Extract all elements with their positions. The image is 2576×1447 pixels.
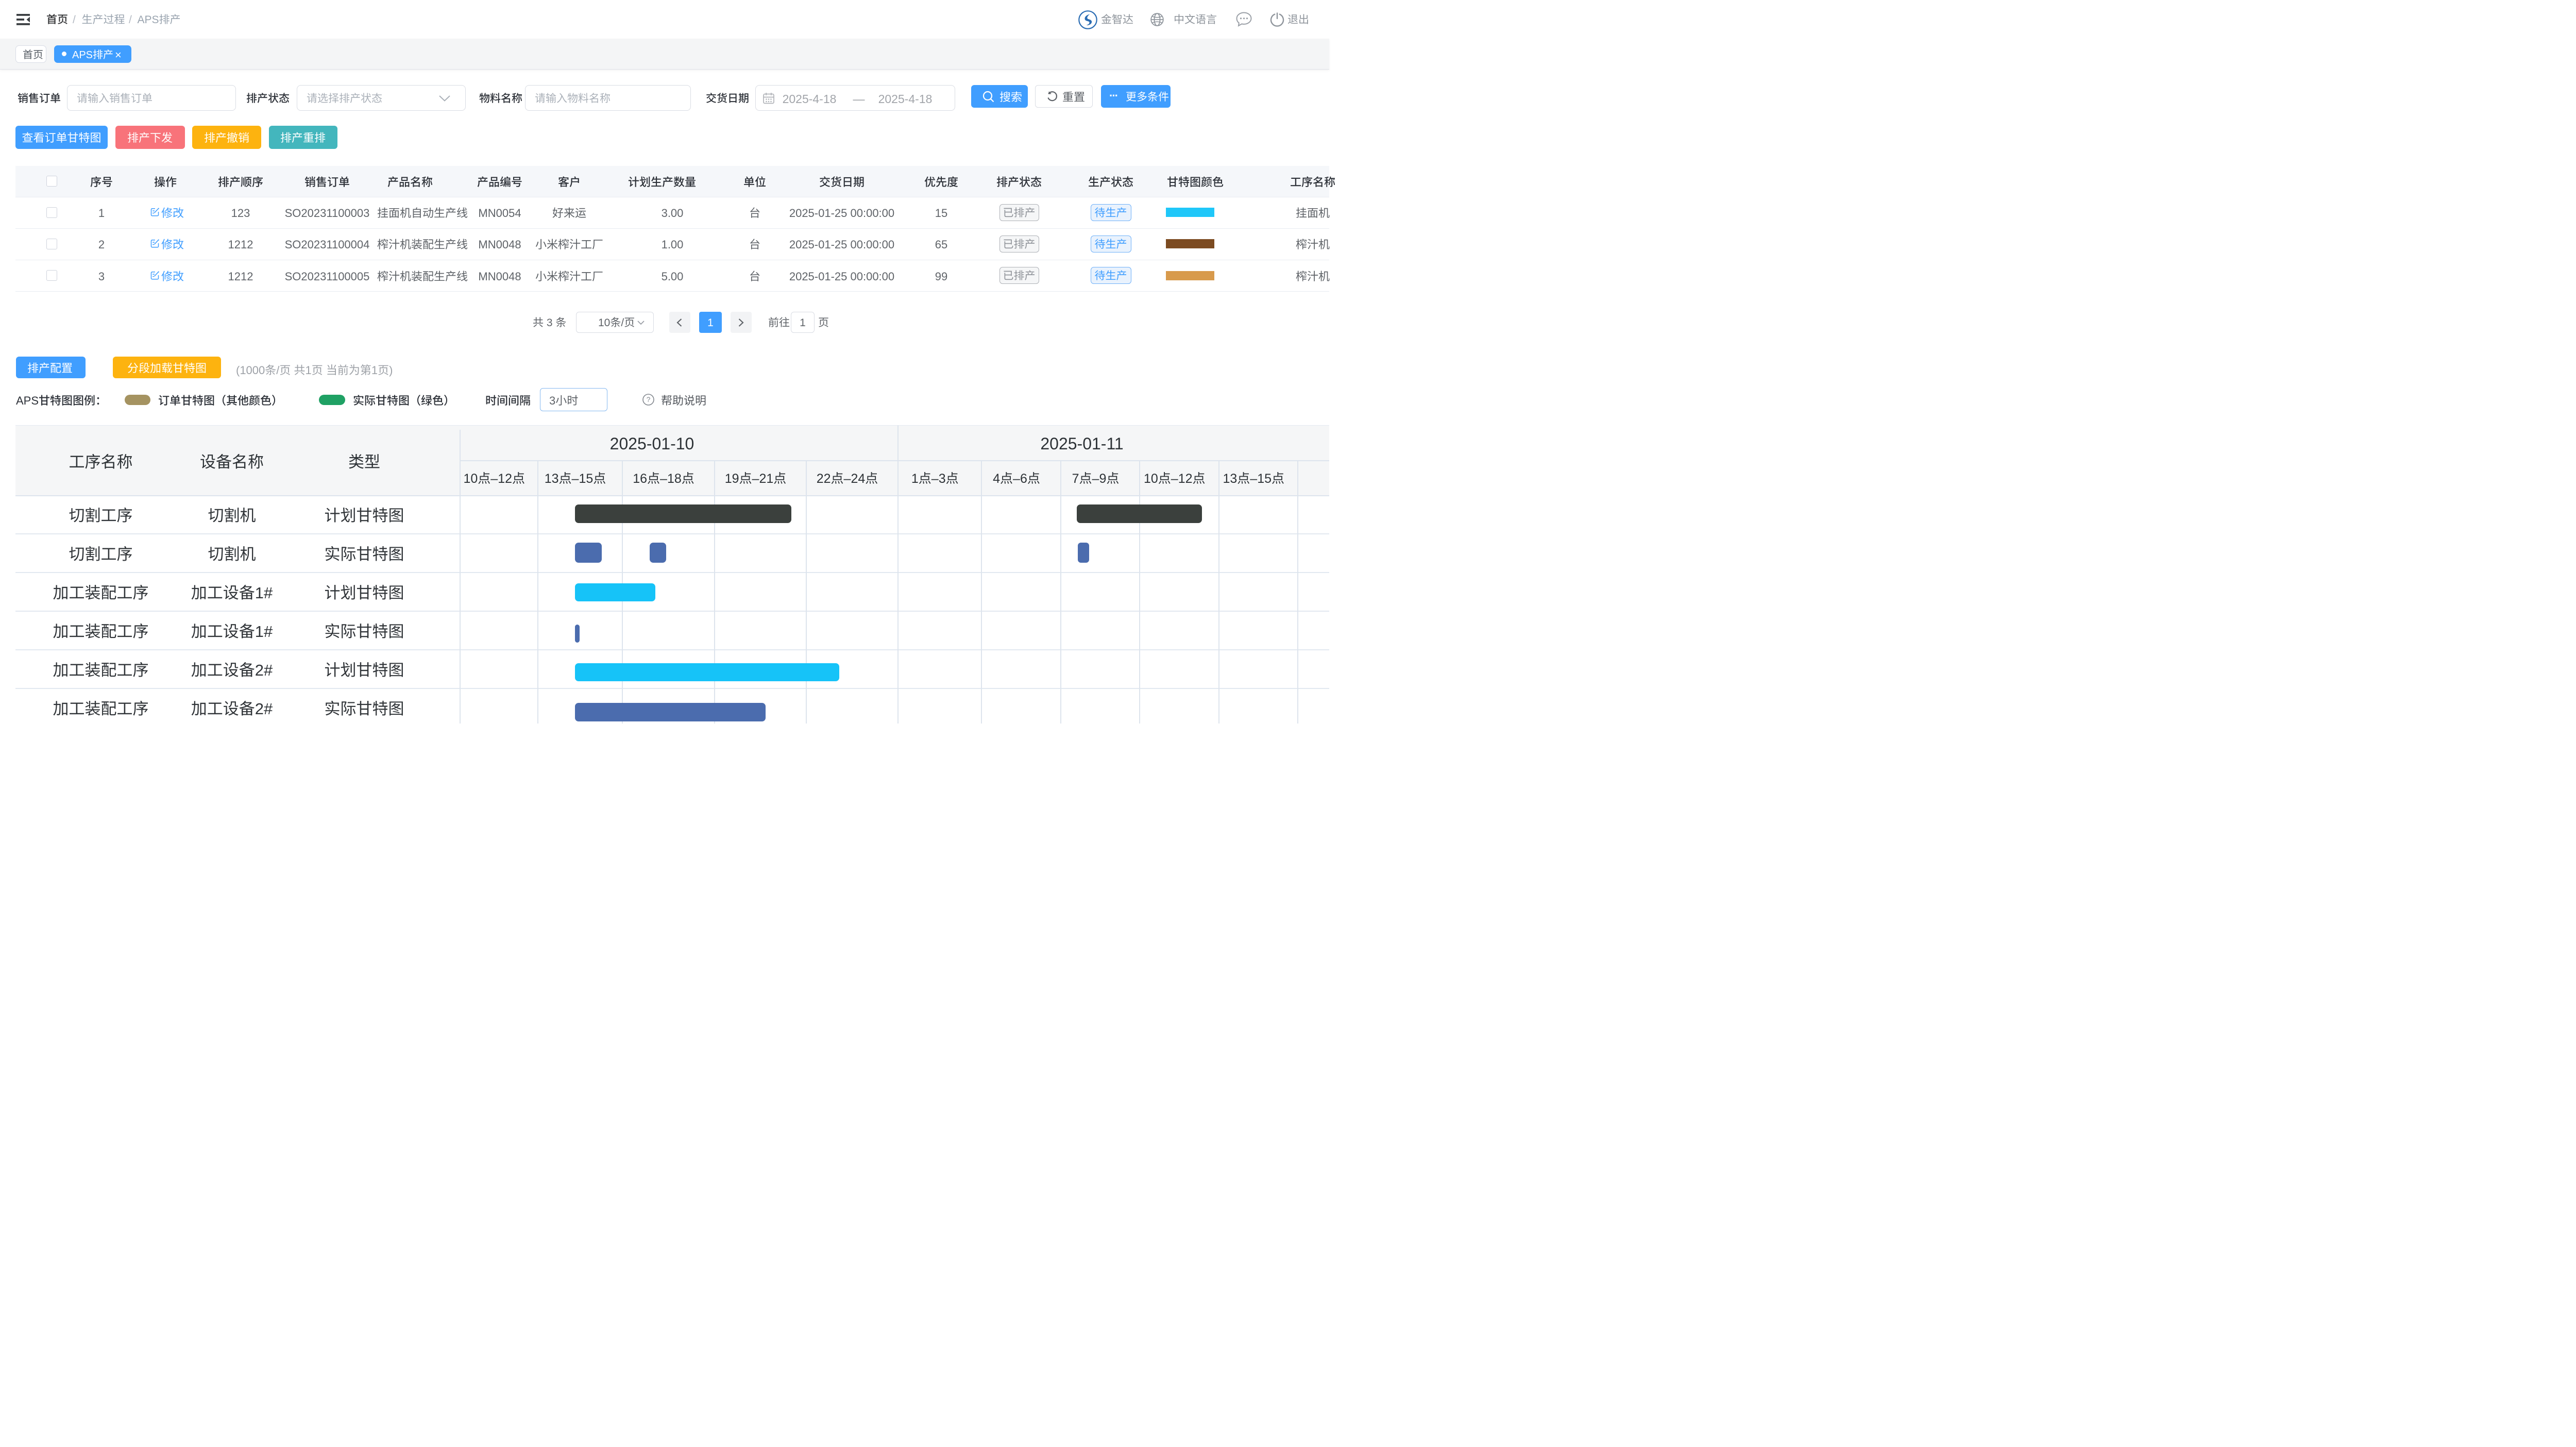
svg-text:?: ? [646, 395, 650, 403]
